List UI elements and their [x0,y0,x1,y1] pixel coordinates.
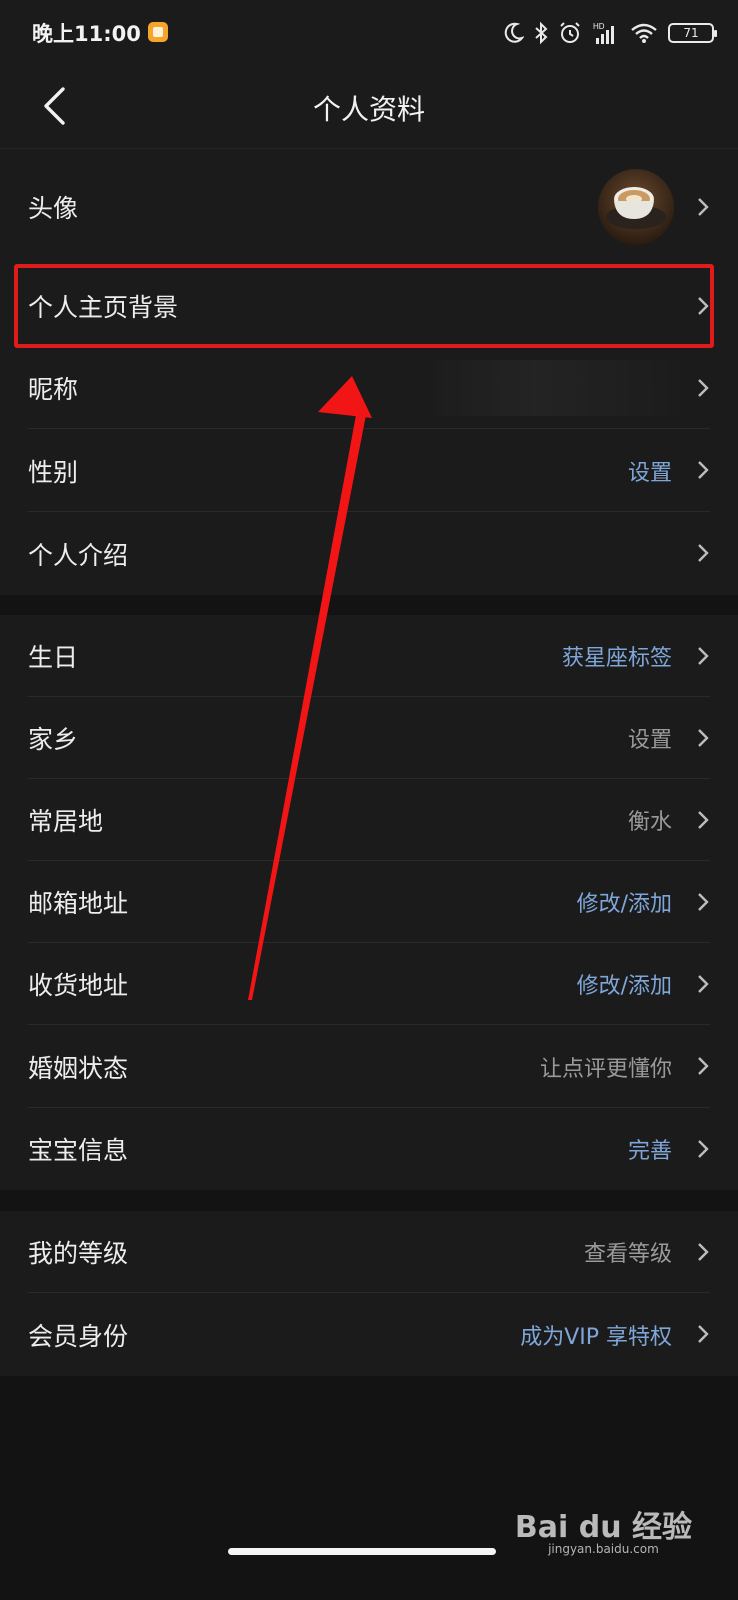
chevron-right-icon [698,647,709,665]
chevron-right-icon [698,1140,709,1158]
chevron-right-icon [698,544,709,562]
profile-basic-section: 头像 个人主页背景 昵称 性别 设置 个人介绍 [0,149,738,595]
home-indicator[interactable] [228,1548,496,1555]
row-shipping-address[interactable]: 收货地址 修改/添加 [0,943,738,1025]
row-introduction[interactable]: 个人介绍 [0,512,738,595]
chevron-right-icon [698,811,709,829]
watermark-brand: Bai du 经验 [514,1510,692,1545]
row-value: 查看等级 [583,1242,672,1267]
row-label: 常居地 [28,807,104,836]
chevron-right-icon [698,1325,709,1343]
status-bar: 晚上11:00 HD 71 [0,0,738,66]
row-label: 邮箱地址 [28,889,129,918]
chevron-right-icon [698,975,709,993]
bluetooth-icon [535,21,548,45]
chevron-right-icon [698,729,709,747]
row-label: 我的等级 [28,1239,129,1268]
row-email[interactable]: 邮箱地址 修改/添加 [0,861,738,943]
row-gender[interactable]: 性别 设置 [0,429,738,512]
row-label: 昵称 [28,375,79,404]
row-my-level[interactable]: 我的等级 查看等级 [0,1211,738,1293]
row-value: 修改/添加 [576,892,672,917]
network-hd-label: HD [593,22,605,31]
wifi-icon [631,23,657,43]
row-baby-info[interactable]: 宝宝信息 完善 [0,1108,738,1190]
row-label: 会员身份 [28,1321,129,1351]
alarm-icon [560,22,580,43]
page-title: 个人资料 [312,93,425,126]
row-nickname[interactable]: 昵称 [0,347,738,429]
row-label: 宝宝信息 [28,1136,129,1165]
row-value: 获星座标签 [561,646,672,671]
avatar[interactable] [598,169,674,245]
row-membership[interactable]: 会员身份 成为VIP 享特权 [0,1293,738,1376]
chevron-right-icon [698,297,709,315]
row-birthday[interactable]: 生日 获星座标签 [0,615,738,697]
row-value: 修改/添加 [576,974,672,999]
notification-app-icon [148,22,168,42]
battery-level: 71 [683,26,699,40]
row-value: 让点评更懂你 [539,1056,672,1082]
row-label: 个人主页背景 [28,293,179,322]
chevron-right-icon [698,1243,709,1261]
row-label: 性别 [28,457,79,487]
signal-icon: HD [593,22,614,44]
row-residence[interactable]: 常居地 衡水 [0,779,738,861]
row-avatar[interactable]: 头像 [0,149,738,265]
row-label: 生日 [28,643,79,672]
chevron-right-icon [698,893,709,911]
chevron-right-icon [698,461,709,479]
coffee-cup-image [598,169,674,245]
chevron-right-icon [698,379,709,397]
row-homepage-background[interactable]: 个人主页背景 [0,265,738,347]
row-hometown[interactable]: 家乡 设置 [0,697,738,779]
baidu-jingyan-watermark: Bai du 经验 jingyan.baidu.com [515,1502,692,1556]
row-marital-status[interactable]: 婚姻状态 让点评更懂你 [0,1025,738,1108]
row-value: 完善 [627,1139,672,1164]
battery-icon: 71 [668,23,717,43]
navigation-header: 个人资料 [0,66,738,149]
row-label: 婚姻状态 [28,1053,129,1083]
chevron-right-icon [698,1057,709,1075]
row-label: 家乡 [28,725,79,754]
row-label: 头像 [28,194,79,223]
nickname-blurred-value [436,360,680,416]
membership-section: 我的等级 查看等级 会员身份 成为VIP 享特权 [0,1211,738,1376]
row-value: 设置 [627,728,672,753]
row-value: 成为VIP 享特权 [520,1324,672,1350]
row-label: 个人介绍 [28,540,129,570]
status-icons: HD 71 [504,18,717,48]
profile-detail-section: 生日 获星座标签 家乡 设置 常居地 衡水 邮箱地址 修改/添加 收货地址 修改… [0,615,738,1190]
chevron-right-icon [698,198,709,216]
row-label: 收货地址 [28,971,129,1000]
row-value: 衡水 [627,810,672,835]
row-value: 设置 [627,460,672,486]
status-time: 晚上11:00 [32,22,141,46]
moon-icon [504,22,524,43]
